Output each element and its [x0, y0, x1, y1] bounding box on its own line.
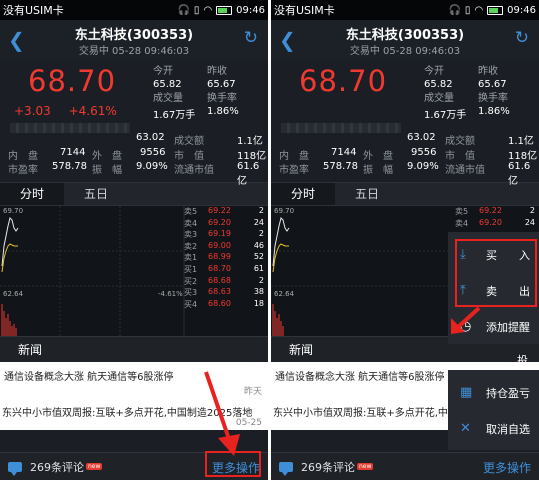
battery-icon — [216, 5, 233, 15]
tab-five-day[interactable]: 五日 — [335, 183, 399, 205]
wifi-icon: ◠ — [474, 4, 484, 16]
menu-partial-label: 投 — [517, 354, 528, 367]
vibrate-icon: ▯ — [464, 4, 471, 16]
grid-icon: ▦ — [460, 385, 473, 400]
chart-top-label: 69.70 — [274, 207, 295, 215]
quote-panel: 68.70 今开 65.82 昨收 65.67 成交量 1.67万手 换手率 1… — [271, 60, 539, 133]
turnover-field: 换手率 1.86% — [478, 93, 510, 117]
phone-screen-left: 没有USIM卡 🎧 ▯ ◠ 09:46 ❮ 东土科技(300353) 交易中 0… — [0, 0, 268, 480]
headphone-icon: 🎧 — [177, 4, 190, 16]
news-tab-bar: 新闻 — [0, 336, 268, 362]
comment-icon[interactable] — [8, 461, 22, 476]
wifi-icon: ◠ — [203, 4, 213, 16]
metrics-panel: 63.02 成交额 1.1亿 内 盘 7144 外 盘 9556 市 值 118… — [279, 132, 538, 187]
comment-count[interactable]: 269条评论 — [30, 459, 84, 475]
status-bar: 没有USIM卡 🎧 ▯ ◠ 09:46 — [271, 0, 539, 20]
trade-time: 交易中 05-28 09:46:03 — [78, 46, 190, 57]
order-book-row: 买3 68.63 38 — [184, 287, 264, 298]
intraday-chart[interactable]: 69.70 62.64 -4.61% 卖5 69.22 2 卖4 69.20 2… — [0, 206, 268, 336]
tab-news[interactable]: 新闻 — [289, 341, 313, 358]
order-book-row: 卖5 69.22 2 — [184, 206, 264, 216]
order-book-row: 卖1 68.99 52 — [184, 252, 264, 263]
stock-title: 东土科技(300353) — [345, 28, 465, 43]
stock-title: 东土科技(300353) — [74, 28, 194, 43]
order-book-row: 买1 68.70 61 — [184, 263, 264, 274]
order-book: 卖5 69.22 2 卖4 69.20 24 卖3 69.19 2 卖2 69.… — [184, 206, 268, 336]
open-field: 今开 65.82 — [424, 66, 453, 90]
clock: 09:46 — [236, 4, 265, 16]
refresh-icon[interactable]: ↻ — [244, 28, 258, 48]
price-change: +3.03 — [14, 104, 51, 116]
comment-icon[interactable] — [279, 461, 293, 476]
red-arrow-icon — [451, 306, 481, 334]
prev-close-field: 昨收 65.67 — [478, 66, 507, 90]
battery-icon — [487, 5, 504, 15]
price-change-pct: +4.61% — [68, 104, 117, 116]
new-badge: new — [86, 463, 103, 470]
bottom-bar: 269条评论 new 更多操作 — [271, 452, 539, 480]
header: ❮ 东土科技(300353) 交易中 05-28 09:46:03 ↻ — [0, 20, 268, 60]
order-book-row: 卖4 69.20 24 — [455, 217, 535, 228]
status-bar: 没有USIM卡 🎧 ▯ ◠ 09:46 — [0, 0, 268, 20]
order-book-row: 卖5 69.22 2 — [455, 206, 535, 216]
trade-time: 交易中 05-28 09:46:03 — [349, 46, 461, 57]
quote-panel: 68.70 +3.03 +4.61% 今开 65.82 昨收 65.67 成交量… — [0, 60, 268, 133]
chart-low-pct: -4.61% — [158, 290, 183, 298]
order-book-row: 卖2 69.00 46 — [184, 240, 264, 251]
highlight-box-buy-sell — [455, 239, 537, 307]
chart-top-label: 69.70 — [3, 207, 24, 215]
carrier-label: 没有USIM卡 — [274, 4, 335, 17]
vibrate-icon: ▯ — [193, 4, 200, 16]
new-badge: new — [357, 463, 374, 470]
tab-intraday[interactable]: 分时 — [0, 183, 64, 205]
change-row: +3.03 +4.61% — [14, 104, 154, 116]
order-book-row: 卖3 69.19 2 — [184, 229, 264, 240]
more-actions-menu-lower: ▦ 持仓盈亏 ✕ 取消自选 — [448, 370, 539, 450]
red-arrow-icon — [204, 371, 240, 456]
open-field: 今开 65.82 — [153, 66, 182, 90]
volume-field: 成交量 1.67万手 — [153, 93, 196, 121]
current-price: 68.70 — [28, 64, 117, 98]
carrier-label: 没有USIM卡 — [3, 4, 64, 17]
order-book-row: 买2 68.68 2 — [184, 275, 264, 286]
chart-low-label: 62.64 — [3, 290, 24, 298]
clock: 09:46 — [507, 4, 536, 16]
headphone-icon: 🎧 — [448, 4, 461, 16]
comment-count[interactable]: 269条评论 — [301, 459, 355, 475]
metrics-panel: 63.02 成交额 1.1亿 内 盘 7144 外 盘 9556 市 值 118… — [8, 132, 267, 187]
refresh-icon[interactable]: ↻ — [515, 28, 529, 48]
order-book-row: 买4 68.60 18 — [184, 298, 264, 309]
chart-tabs: 分时 五日 — [271, 182, 539, 206]
turnover-field: 换手率 1.86% — [207, 93, 239, 117]
prev-close-field: 昨收 65.67 — [207, 66, 236, 90]
header: ❮ 东土科技(300353) 交易中 05-28 09:46:03 ↻ — [271, 20, 539, 60]
chart-low-label: 62.64 — [274, 290, 295, 298]
tab-five-day[interactable]: 五日 — [64, 183, 128, 205]
more-actions-button[interactable]: 更多操作 — [483, 459, 531, 476]
order-book-row: 卖4 69.20 24 — [184, 217, 264, 228]
current-price: 68.70 — [299, 64, 388, 98]
close-icon: ✕ — [460, 421, 471, 436]
tab-intraday[interactable]: 分时 — [271, 183, 335, 205]
tab-news[interactable]: 新闻 — [18, 341, 42, 358]
menu-item-remove-watch[interactable]: ✕ 取消自选 — [448, 410, 539, 446]
menu-item-position-pnl[interactable]: ▦ 持仓盈亏 — [448, 374, 539, 410]
volume-field: 成交量 1.67万手 — [424, 93, 467, 121]
chart-tabs: 分时 五日 — [0, 182, 268, 206]
phone-screen-right: 没有USIM卡 🎧 ▯ ◠ 09:46 ❮ 东土科技(300353) 交易中 0… — [271, 0, 539, 480]
